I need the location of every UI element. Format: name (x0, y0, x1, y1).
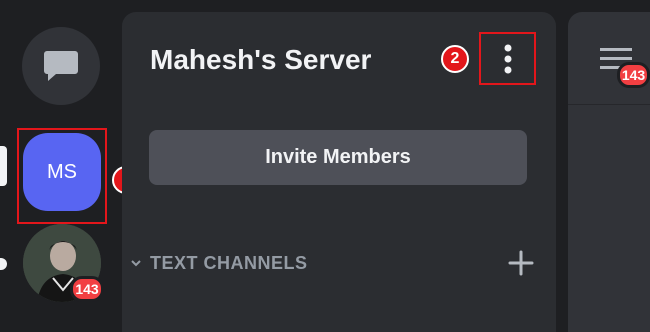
menu-unread-badge: 143 (617, 62, 650, 88)
chevron-down-icon (131, 260, 141, 267)
message-bubble-icon (44, 51, 78, 81)
callout-marker-2: 2 (441, 45, 469, 73)
server-options-button[interactable] (479, 32, 536, 85)
selected-server-indicator (0, 146, 7, 186)
plus-icon (508, 250, 534, 276)
unread-indicator (0, 258, 7, 270)
divider (568, 104, 650, 105)
invite-members-button[interactable]: Invite Members (149, 130, 527, 185)
unread-badge: 143 (70, 276, 104, 302)
direct-messages-button[interactable] (22, 27, 100, 105)
invite-members-label: Invite Members (265, 146, 411, 168)
category-label: TEXT CHANNELS (150, 253, 308, 273)
text-channels-category[interactable]: TEXT CHANNELS (130, 250, 308, 276)
add-channel-button[interactable] (507, 249, 535, 282)
vertical-dots-icon (504, 44, 511, 73)
server-name[interactable]: Mahesh's Server (150, 40, 371, 80)
highlight-box-server-icon (17, 128, 107, 224)
